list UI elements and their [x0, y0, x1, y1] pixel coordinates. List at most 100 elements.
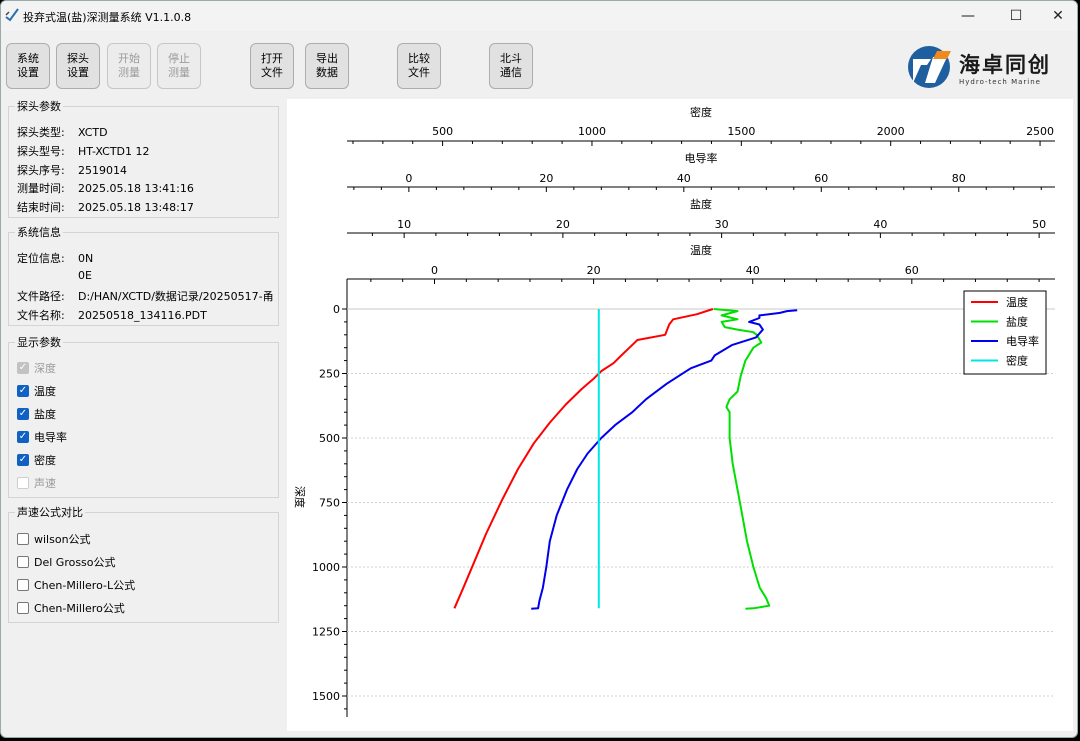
- company-logo: 海卓同创 Hydro-tech Marine: [907, 43, 1057, 91]
- system-settings-button[interactable]: 系统 设置: [6, 43, 50, 89]
- checkbox-label: 密度: [34, 454, 56, 467]
- group-title: 声速公式对比: [15, 504, 85, 520]
- export-data-button[interactable]: 导出 数据: [305, 43, 349, 89]
- info-row: 探头型号: HT-XCTD1 12: [17, 143, 150, 159]
- temperature-tick-label: 0: [431, 264, 438, 277]
- button-label: 测量: [118, 66, 140, 79]
- app-window: 投弃式温(盐)深测量系统 V1.1.0.8 — ☐ ✕ 系统 设置 探头 设置 开始…: [0, 0, 1078, 738]
- temperature-checkbox[interactable]: ✓ 温度: [17, 383, 56, 399]
- field-label: 探头序号:: [17, 164, 65, 177]
- density-axis-title: 密度: [690, 105, 712, 119]
- legend-box: [963, 290, 1047, 375]
- checkbox-label: Chen-Millero-L公式: [34, 579, 136, 592]
- field-value: 2025.05.18 13:41:16: [78, 182, 194, 195]
- conductivity-tick-label: 20: [539, 172, 553, 185]
- button-label: 开始: [118, 52, 140, 65]
- compare-file-button[interactable]: 比较 文件: [397, 43, 441, 89]
- legend-label: 盐度: [1006, 315, 1028, 329]
- field-label: 结束时间:: [17, 201, 65, 214]
- checkbox-label: 声速: [34, 477, 56, 490]
- checkbox-icon: [17, 477, 29, 489]
- wilson-checkbox[interactable]: wilson公式: [17, 531, 91, 547]
- depth-tick-label: 1000: [312, 561, 340, 574]
- field-value: 2519014: [78, 164, 127, 177]
- legend-label: 温度: [1006, 295, 1028, 309]
- chart-canvas: 密度500 1000 1500 2000 2500电导率0 20 40 60 80盐度10 20 3…: [293, 105, 1055, 717]
- field-label: 文件名称:: [17, 309, 65, 322]
- checkbox-label: 电导率: [34, 431, 67, 444]
- density-tick-label: 1000: [578, 125, 606, 138]
- button-label: 测量: [168, 66, 190, 79]
- button-label: 停止: [168, 52, 190, 65]
- depth-checkbox[interactable]: ✓ 深度: [17, 360, 56, 376]
- conductivity-tick-label: 40: [677, 172, 691, 185]
- open-file-button[interactable]: 打开 文件: [250, 43, 294, 89]
- salinity-axis-title: 盐度: [690, 197, 712, 211]
- conductivity-tick-label: 80: [952, 172, 966, 185]
- info-row: 文件路径: D:/HAN/XCTD/数据记录/20250517-甬: [17, 288, 274, 304]
- button-label: 导出: [316, 52, 338, 65]
- salinity-tick-label: 50: [1032, 218, 1046, 231]
- salinity-tick-label: 40: [873, 218, 887, 231]
- salinity-series-line: [713, 308, 771, 610]
- sound-speed-formula-group: 声速公式对比 wilson公式 Del Grosso公式 Chen-Miller…: [8, 504, 279, 623]
- button-label: 文件: [261, 66, 283, 79]
- temperature-tick-label: 60: [905, 264, 919, 277]
- close-button[interactable]: ✕: [1035, 1, 1077, 31]
- temperature-tick-label: 20: [587, 264, 601, 277]
- button-label: 系统: [17, 52, 39, 65]
- density-checkbox[interactable]: ✓ 密度: [17, 452, 56, 468]
- probe-params-group: 探头参数 探头类型: XCTD 探头型号: HT-XCTD1 12 探头序号: 251…: [8, 98, 279, 218]
- start-measure-button[interactable]: 开始 测量: [107, 43, 151, 89]
- checkmark-icon: ✓: [17, 431, 29, 443]
- info-row: 探头序号: 2519014: [17, 162, 127, 178]
- salinity-tick-label: 20: [556, 218, 570, 231]
- info-row: 探头类型: XCTD: [17, 124, 108, 140]
- depth-tick-label: 1500: [312, 690, 340, 703]
- app-logo-icon: [5, 8, 19, 22]
- button-label: 数据: [316, 66, 338, 79]
- minimize-button[interactable]: —: [945, 1, 991, 31]
- info-row: 文件名称: 20250518_134116.PDT: [17, 307, 207, 323]
- beidou-comm-button[interactable]: 北斗 通信: [489, 43, 533, 89]
- checkbox-icon: [17, 533, 29, 545]
- group-title: 系统信息: [15, 224, 63, 240]
- window-title: 投弃式温(盐)深测量系统 V1.1.0.8: [23, 11, 192, 24]
- button-label: 打开: [261, 52, 283, 65]
- toolbar: 系统 设置 探头 设置 开始 测量 停止 测量 打开 文件 导出 数据 比较 文件 北斗 通信 …: [1, 31, 1077, 95]
- field-value: D:/HAN/XCTD/数据记录/20250517-甬: [78, 290, 274, 303]
- conductivity-tick-label: 60: [814, 172, 828, 185]
- logo-name: 海卓同创: [959, 52, 1051, 77]
- profile-chart[interactable]: 密度 500 1000 1500 2000 2500 电导率 0 20 40 60 80 盐度 10 20 3…: [287, 99, 1073, 731]
- sound-speed-checkbox[interactable]: 声速: [17, 475, 56, 491]
- checkbox-label: Del Grosso公式: [34, 556, 116, 569]
- salinity-tick-label: 30: [715, 218, 729, 231]
- checkmark-icon: ✓: [17, 408, 29, 420]
- field-label: 探头型号:: [17, 145, 65, 158]
- conductivity-series-line: [531, 309, 798, 610]
- conductivity-checkbox[interactable]: ✓ 电导率: [17, 429, 67, 445]
- chen-millero-checkbox[interactable]: Chen-Millero公式: [17, 600, 125, 616]
- stop-measure-button[interactable]: 停止 测量: [157, 43, 201, 89]
- del-grosso-checkbox[interactable]: Del Grosso公式: [17, 554, 116, 570]
- depth-tick-label: 1250: [312, 626, 340, 639]
- info-row: 结束时间: 2025.05.18 13:48:17: [17, 199, 194, 215]
- maximize-button[interactable]: ☐: [993, 1, 1039, 31]
- probe-settings-button[interactable]: 探头 设置: [56, 43, 100, 89]
- field-value: 20250518_134116.PDT: [78, 309, 207, 322]
- chen-millero-l-checkbox[interactable]: Chen-Millero-L公式: [17, 577, 135, 593]
- salinity-checkbox[interactable]: ✓ 盐度: [17, 406, 56, 422]
- salinity-tick-label: 10: [397, 218, 411, 231]
- depth-tick-label: 250: [319, 368, 340, 381]
- title-bar: 投弃式温(盐)深测量系统 V1.1.0.8 — ☐ ✕: [1, 1, 1077, 31]
- button-label: 设置: [67, 66, 89, 79]
- legend-label: 密度: [1006, 354, 1028, 368]
- depth-tick-label: 0: [333, 303, 340, 316]
- checkbox-icon: [17, 602, 29, 614]
- density-tick-label: 500: [432, 125, 453, 138]
- field-label: 测量时间:: [17, 182, 65, 195]
- density-tick-label: 2500: [1026, 125, 1054, 138]
- button-label: 探头: [67, 52, 89, 65]
- checkbox-icon: [17, 579, 29, 591]
- field-value: 2025.05.18 13:48:17: [78, 201, 194, 214]
